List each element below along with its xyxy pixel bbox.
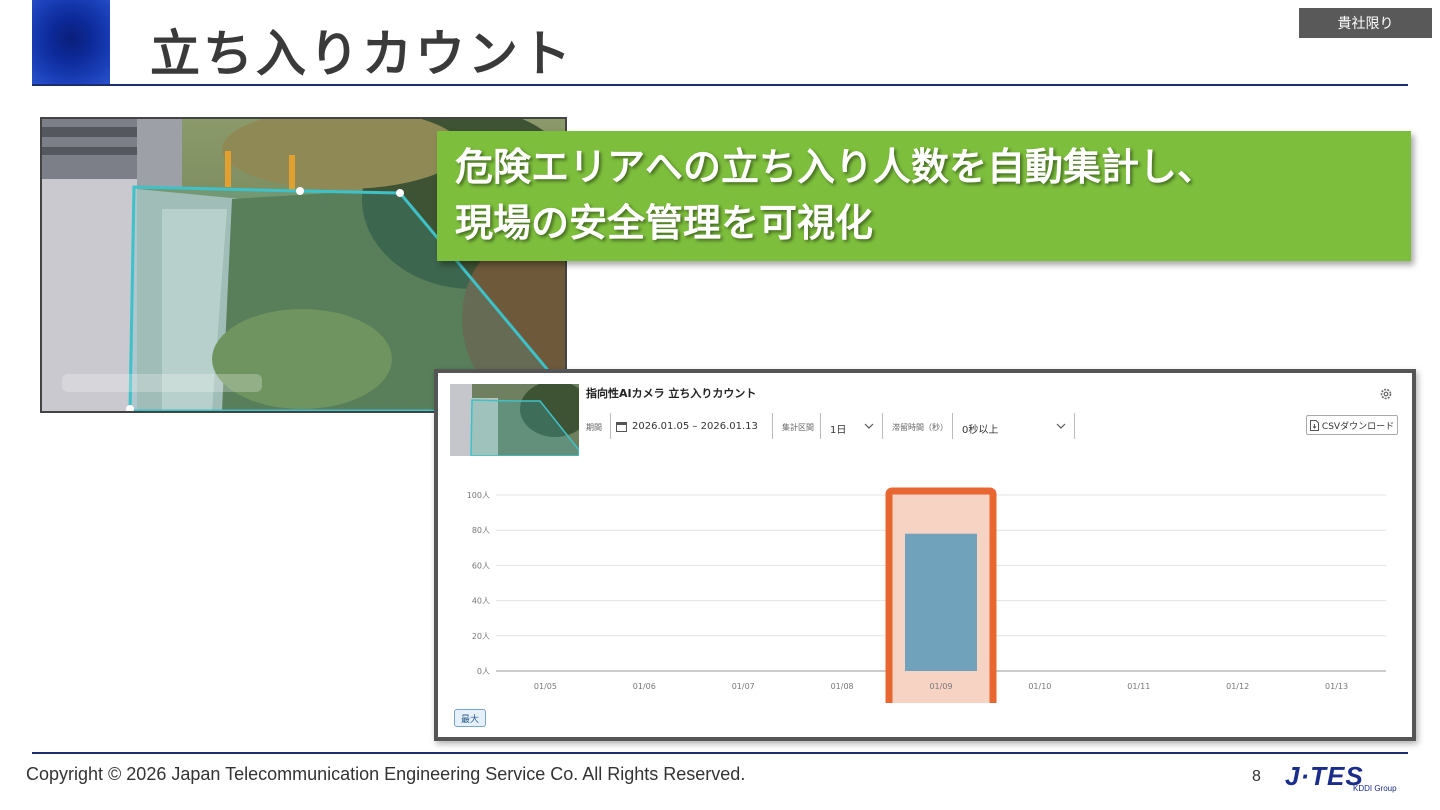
y-tick-label: 40人: [472, 597, 490, 606]
headline-line-1: 危険エリアへの立ち入り人数を自動集計し、: [455, 145, 1216, 189]
divider: [772, 413, 773, 439]
divider: [610, 413, 611, 439]
filter-bar: 期間 2026.01.05 – 2026.01.13 集計区間 1日 滞留時間（…: [586, 413, 1406, 439]
entry-count-chart: 0人 20人 40人 60人 80人 100人 01/05 01/06 01/07 01/08 01…: [467, 487, 1386, 703]
csv-button-label: CSVダウンロード: [1321, 421, 1395, 432]
y-tick-label: 0人: [477, 667, 490, 676]
chevron-down-icon[interactable]: [864, 423, 874, 430]
x-tick-label: 01/11: [1127, 682, 1150, 691]
headline-line-2: 現場の安全管理を可視化: [455, 201, 874, 245]
dwell-label: 滞留時間（秒）: [892, 423, 948, 432]
headline-banner: 危険エリアへの立ち入り人数を自動集計し、 現場の安全管理を可視化: [437, 131, 1411, 261]
copyright-text: Copyright © 2026 Japan Telecommunication…: [26, 764, 746, 784]
title-divider: [32, 84, 1408, 86]
thumbnail-scene: [450, 384, 579, 456]
confidential-badge: 貴社限り: [1299, 8, 1432, 38]
y-tick-label: 20人: [472, 632, 490, 641]
page-number: 8: [1252, 768, 1261, 785]
app-screenshot: 指向性AIカメラ 立ち入りカウント 期間 2026.01.05 – 2026.0…: [434, 369, 1416, 741]
divider: [1074, 413, 1075, 439]
x-tick-label: 01/08: [831, 682, 854, 691]
calendar-icon[interactable]: [616, 421, 627, 432]
brand-logo-subtext: KDDI Group: [1353, 784, 1397, 793]
x-tick-label: 01/10: [1028, 682, 1051, 691]
x-tick-label: 01/09: [929, 682, 952, 691]
csv-download-button[interactable]: CSVダウンロード: [1306, 415, 1398, 435]
x-tick-label: 01/06: [633, 682, 656, 691]
document-icon: [1309, 419, 1319, 431]
divider: [952, 413, 953, 439]
y-tick-label: 80人: [472, 526, 490, 535]
footer-divider: [32, 752, 1408, 754]
corporate-logo-square: [32, 0, 110, 86]
x-tick-label: 01/12: [1226, 682, 1249, 691]
interval-label: 集計区間: [782, 423, 814, 432]
x-tick-label: 01/07: [732, 682, 755, 691]
dwell-select[interactable]: 0秒以上: [962, 421, 998, 436]
divider: [882, 413, 883, 439]
chevron-down-icon[interactable]: [1056, 423, 1066, 430]
brand-logo-text: J·TES: [1285, 761, 1364, 791]
app-title: 指向性AIカメラ 立ち入りカウント: [586, 387, 757, 400]
bar: [905, 533, 977, 671]
period-range-input[interactable]: 2026.01.05 – 2026.01.13: [632, 421, 758, 432]
period-label: 期間: [586, 423, 602, 432]
interval-select[interactable]: 1日: [830, 421, 846, 436]
maximize-button[interactable]: 最大: [454, 709, 486, 727]
brand-logo: J·TES KDDI Group: [1285, 762, 1405, 796]
camera-thumbnail[interactable]: [450, 384, 579, 456]
divider: [820, 413, 821, 439]
page-title: 立ち入りカウント: [150, 25, 574, 83]
y-tick-label: 60人: [472, 561, 490, 570]
gear-icon[interactable]: [1379, 387, 1393, 401]
x-tick-label: 01/13: [1325, 682, 1348, 691]
y-tick-label: 100人: [467, 491, 490, 500]
x-tick-label: 01/05: [534, 682, 557, 691]
